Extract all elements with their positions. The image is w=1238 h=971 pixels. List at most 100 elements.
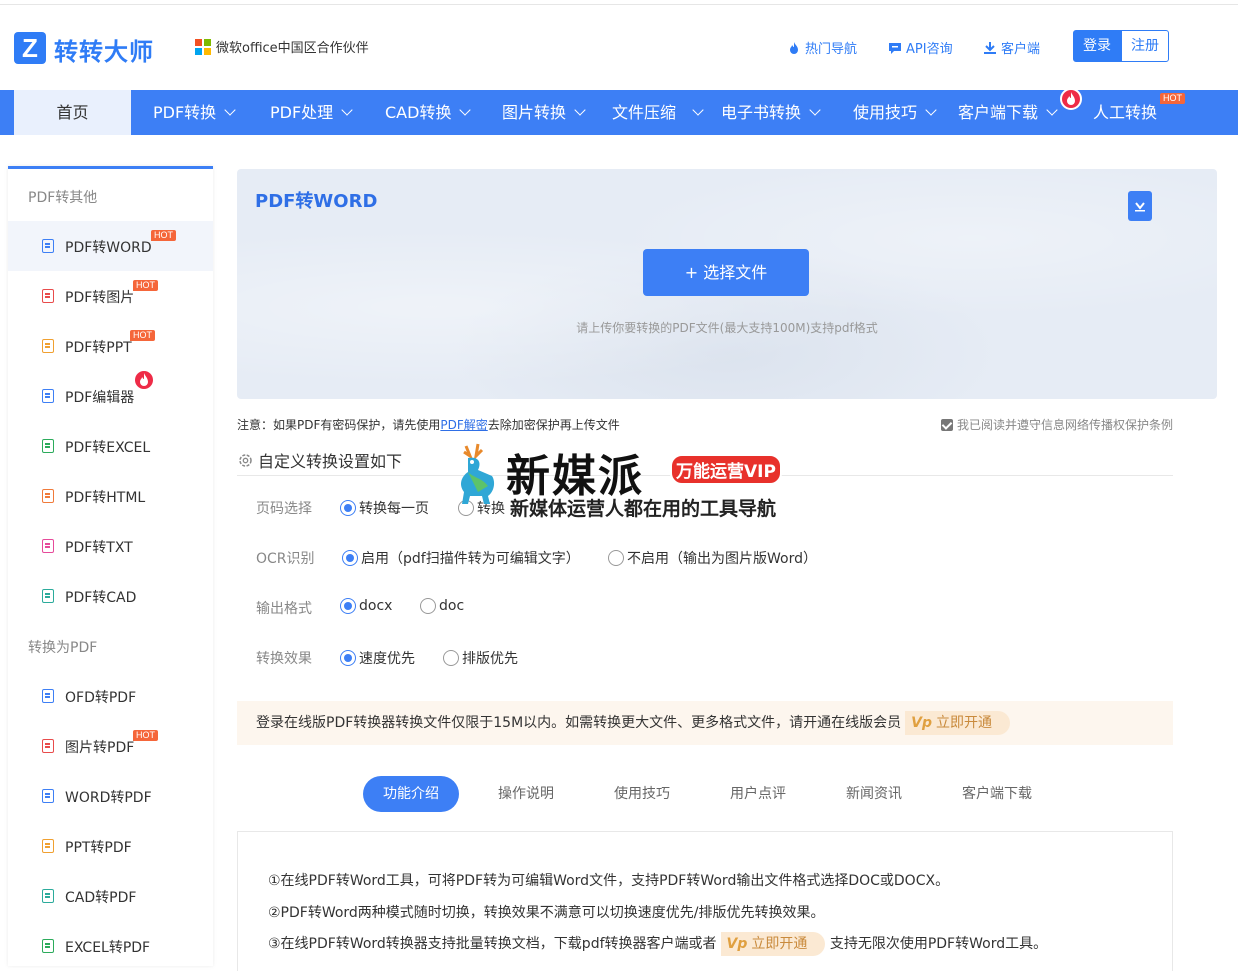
register-button[interactable]: 注册 [1121, 30, 1169, 62]
nav-cad-convert[interactable]: CAD转换 [385, 90, 472, 135]
sidebar: PDF转其他 PDF转WORD HOT PDF转图片 HOT PDF转PPT H… [8, 166, 213, 966]
api-consult-link[interactable]: API咨询 [888, 38, 953, 57]
logo-text[interactable]: 转转大师 [54, 32, 154, 67]
open-vip-link[interactable]: Vp 立即开通 [720, 932, 826, 956]
nav-home[interactable]: 首页 [14, 90, 131, 135]
word-file-icon [42, 789, 54, 803]
agree-checkbox[interactable]: 我已阅读并遵守信息网络传播权保护条例 [941, 416, 1173, 433]
intro-line-1: ①在线PDF转Word工具，可将PDF转为可编辑Word文件，支持PDF转Wor… [268, 873, 950, 889]
sidebar-item-pdf-to-ppt[interactable]: PDF转PPT HOT [8, 321, 213, 371]
nav-label: 电子书转换 [721, 103, 802, 122]
pdf-decrypt-link[interactable]: PDF解密 [440, 418, 487, 432]
tab-instructions[interactable]: 操作说明 [498, 776, 554, 812]
chevron-down-icon [224, 104, 236, 116]
chevron-down-icon [692, 104, 704, 116]
intro-line-3-suffix: 支持无限次使用PDF转Word工具。 [829, 936, 1048, 952]
login-button[interactable]: 登录 [1073, 30, 1121, 62]
sidebar-item-pdf-to-txt[interactable]: PDF转TXT [8, 521, 213, 571]
fire-badge-icon [133, 369, 155, 391]
api-consult-label: API咨询 [906, 42, 953, 57]
sidebar-item-ppt-to-pdf[interactable]: PPT转PDF [8, 821, 213, 871]
radio-dot[interactable] [443, 650, 459, 666]
tab-client-download[interactable]: 客户端下载 [962, 776, 1032, 812]
sidebar-item-label: PDF转TXT [65, 540, 133, 556]
sidebar-section-pdf-to-other: PDF转其他 [28, 190, 98, 206]
sidebar-item-label: PDF转EXCEL [65, 440, 151, 456]
radio-dot[interactable] [340, 650, 356, 666]
option-label: 输出格式 [256, 601, 312, 617]
watermark-subtitle: 新媒体运营人都在用的工具导航 [510, 498, 777, 520]
checkbox-checked-icon[interactable] [941, 418, 953, 431]
sidebar-item-ofd-to-pdf[interactable]: OFD转PDF [8, 671, 213, 721]
header: Z 转转大师 微软office中国区合作伙伴 热门导航 API咨询 客户端 登录… [0, 6, 1238, 90]
feature-intro: ①在线PDF转Word工具，可将PDF转为可编辑Word文件，支持PDF转Wor… [237, 831, 1173, 971]
sidebar-item-cad-to-pdf[interactable]: CAD转PDF [8, 871, 213, 921]
sidebar-item-excel-to-pdf[interactable]: EXCEL转PDF [8, 921, 213, 971]
tab-features[interactable]: 功能介绍 [363, 776, 459, 812]
sidebar-item-label: OFD转PDF [65, 690, 137, 706]
sidebar-item-pdf-to-word[interactable]: PDF转WORD HOT [8, 221, 213, 271]
logo-icon[interactable]: Z [14, 32, 46, 64]
image-file-icon [42, 739, 54, 753]
radio-dot[interactable] [420, 598, 436, 614]
nav-tips[interactable]: 使用技巧 [853, 90, 937, 135]
sidebar-item-image-to-pdf[interactable]: 图片转PDF HOT [8, 721, 213, 771]
radio-dot[interactable] [608, 550, 624, 566]
tab-news[interactable]: 新闻资讯 [846, 776, 902, 812]
sidebar-item-pdf-to-html[interactable]: PDF转HTML [8, 471, 213, 521]
nav-manual-convert[interactable]: 人工转换 [1093, 90, 1157, 135]
word-file-icon [42, 239, 54, 253]
tab-tips[interactable]: 使用技巧 [614, 776, 670, 812]
radio-docx[interactable]: docx [340, 598, 392, 614]
bookmark-icon[interactable] [1128, 191, 1152, 221]
open-vip-label: 立即开通 [936, 715, 993, 731]
upload-area[interactable]: PDF转WORD + 选择文件 请上传你要转换的PDF文件(最大支持100M)支… [237, 169, 1217, 399]
radio-layout-first[interactable]: 排版优先 [443, 648, 518, 668]
ofd-file-icon [42, 689, 54, 703]
chevron-down-icon [459, 104, 472, 116]
nav-label: 客户端下载 [958, 103, 1039, 122]
vip-notice: 登录在线版PDF转换器转换文件仅限于15M以内。如需转换更大文件、更多格式文件，… [237, 701, 1173, 745]
excel-file-icon [42, 439, 54, 453]
sidebar-item-pdf-to-image[interactable]: PDF转图片 HOT [8, 271, 213, 321]
nav-pdf-convert[interactable]: PDF转换 [153, 90, 236, 135]
nav-pdf-process[interactable]: PDF处理 [270, 90, 353, 135]
nav-label: 图片转换 [502, 103, 567, 122]
nav-client-download[interactable]: 客户端下载 [958, 90, 1058, 135]
radio-dot[interactable] [340, 598, 356, 614]
radio-label: 不启用（输出为图片版Word） [627, 551, 817, 567]
ppt-file-icon [42, 339, 54, 353]
nav-label: 人工转换 [1093, 103, 1158, 122]
chat-icon [889, 42, 901, 54]
radio-speed-first[interactable]: 速度优先 [340, 648, 415, 668]
sidebar-item-pdf-to-excel[interactable]: PDF转EXCEL [8, 421, 213, 471]
nav-ebook[interactable]: 电子书转换 [721, 90, 821, 135]
sidebar-item-word-to-pdf[interactable]: WORD转PDF [8, 771, 213, 821]
sidebar-item-pdf-to-cad[interactable]: PDF转CAD [8, 571, 213, 621]
open-vip-label: 立即开通 [751, 936, 808, 952]
image-file-icon [42, 289, 54, 303]
hot-nav-label: 热门导航 [805, 42, 858, 57]
radio-doc[interactable]: doc [420, 598, 464, 614]
radio-dot[interactable] [342, 550, 358, 566]
sidebar-item-pdf-editor[interactable]: PDF编辑器 [8, 369, 213, 421]
radio-label: 排版优先 [462, 651, 518, 667]
upload-hint: 请上传你要转换的PDF文件(最大支持100M)支持pdf格式 [576, 321, 878, 335]
open-vip-link[interactable]: Vp 立即开通 [905, 711, 1011, 735]
radio-label: doc [439, 598, 465, 614]
choose-file-button[interactable]: + 选择文件 [643, 249, 809, 296]
sidebar-section-to-pdf: 转换为PDF [28, 640, 98, 656]
settings-title: 自定义转换设置如下 [237, 448, 402, 472]
tab-reviews[interactable]: 用户点评 [730, 776, 786, 812]
radio-ocr-enable[interactable]: 启用（pdf扫描件转为可编辑文字） [342, 548, 580, 568]
radio-convert-every-page[interactable]: 转换每一页 [340, 498, 429, 518]
nav-image-convert[interactable]: 图片转换 [502, 90, 586, 135]
nav-compress[interactable]: 文件压缩 [612, 90, 704, 135]
nav-label: CAD转换 [385, 103, 452, 122]
radio-ocr-disable[interactable]: 不启用（输出为图片版Word） [608, 548, 817, 568]
agree-label: 我已阅读并遵守信息网络传播权保护条例 [957, 418, 1174, 432]
client-link[interactable]: 客户端 [983, 38, 1040, 57]
radio-dot[interactable] [340, 500, 356, 516]
hot-nav-link[interactable]: 热门导航 [787, 38, 857, 57]
chevron-down-icon [574, 104, 586, 116]
